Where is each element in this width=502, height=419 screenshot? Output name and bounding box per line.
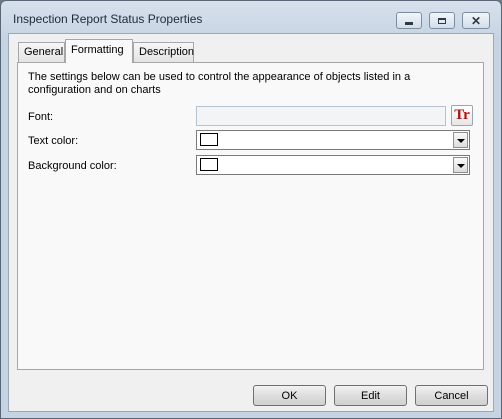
chevron-down-icon[interactable] [453,132,468,148]
tab-description[interactable]: Description [133,42,194,62]
ok-button[interactable]: OK [253,385,326,406]
dialog-body: General Formatting Description The setti… [8,33,494,412]
text-color-swatch [200,133,218,146]
cancel-button[interactable]: Cancel [415,385,488,406]
background-color-dropdown[interactable] [196,155,470,175]
background-color-swatch [200,158,218,171]
chevron-down-icon[interactable] [453,157,468,173]
font-picker-button[interactable]: Tr [451,105,473,126]
text-color-label: Text color: [28,135,79,147]
close-icon: ✕ [470,13,482,28]
edit-button[interactable]: Edit [334,385,407,406]
maximize-button[interactable] [429,12,455,29]
tab-formatting[interactable]: Formatting [65,39,133,63]
text-color-dropdown[interactable] [196,130,470,150]
background-color-label: Background color: [28,160,117,172]
font-label: Font: [28,111,54,123]
minimize-icon [405,22,413,25]
maximize-icon [438,17,446,24]
formatting-panel: The settings below can be used to contro… [17,62,484,370]
intro-text: The settings below can be used to contro… [28,71,411,96]
font-field [196,106,446,126]
tab-general[interactable]: General [18,42,65,62]
title-bar[interactable]: Inspection Report Status Properties ✕ [1,1,501,35]
close-button[interactable]: ✕ [462,12,490,29]
font-icon: Tr [454,107,470,123]
window-title: Inspection Report Status Properties [13,12,203,26]
properties-dialog: Inspection Report Status Properties ✕ Ge… [0,0,502,419]
minimize-button[interactable] [396,12,422,29]
